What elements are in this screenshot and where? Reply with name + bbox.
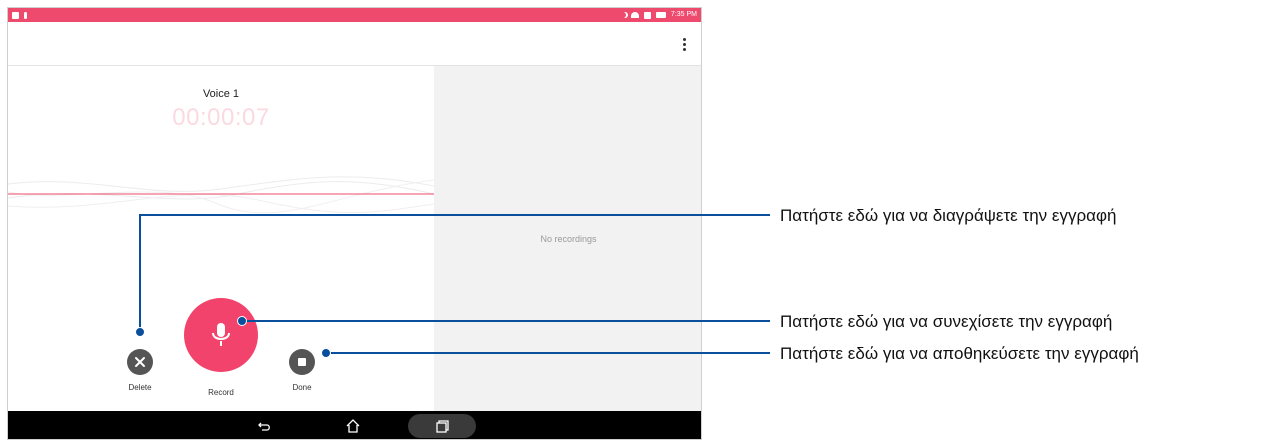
- callout-text-record: Πατήστε εδώ για να συνεχίσετε την εγγραφ…: [780, 312, 1113, 331]
- device-screen: 7:35 PM Voice 1 00:00:07 Delete Record D…: [7, 7, 702, 440]
- recordings-list-panel: No recordings: [434, 66, 701, 411]
- battery-icon: [655, 12, 666, 18]
- data-icon: [643, 11, 651, 19]
- callout-line-done: [326, 352, 770, 354]
- callout-line-delete-vertical: [139, 214, 141, 332]
- recording-title: Voice 1: [202, 88, 240, 100]
- status-bar: 7:35 PM: [8, 8, 701, 22]
- done-button[interactable]: [289, 349, 315, 375]
- delete-button[interactable]: [127, 349, 153, 375]
- delete-label: Delete: [128, 383, 152, 392]
- moon-icon: [620, 12, 626, 18]
- wifi-icon: [630, 12, 639, 18]
- status-time: 7:35 PM: [670, 11, 697, 18]
- delete-control: Delete: [120, 349, 160, 392]
- more-vert-icon[interactable]: [683, 38, 687, 52]
- microphone-icon: [212, 323, 230, 346]
- recent-apps-icon[interactable]: [433, 417, 451, 435]
- done-control: Done: [282, 349, 322, 392]
- callout-line-record: [242, 320, 770, 322]
- recording-timer: 00:00:07: [172, 104, 270, 131]
- no-recordings-text: No recordings: [540, 234, 597, 244]
- mic-icon: [24, 11, 27, 19]
- record-button[interactable]: [184, 298, 258, 372]
- callout-dot-delete: [135, 327, 145, 337]
- recorder-panel: Voice 1 00:00:07 Delete Record Done: [8, 66, 434, 411]
- record-label: Record: [208, 388, 234, 397]
- navigation-bar: [8, 411, 701, 439]
- app-bar: [8, 22, 701, 66]
- done-label: Done: [292, 383, 312, 392]
- callout-line-delete-horizontal: [139, 214, 770, 216]
- stop-icon: [298, 358, 306, 366]
- callout-dot-done: [321, 348, 331, 358]
- gallery-icon: [12, 11, 19, 19]
- callout-dot-record: [237, 316, 247, 326]
- callout-text-done: Πατήστε εδώ για να αποθηκεύσετε την εγγρ…: [780, 344, 1139, 363]
- back-icon[interactable]: [256, 417, 274, 435]
- close-icon: [135, 357, 145, 367]
- callout-text-delete: Πατήστε εδώ για να διαγράψετε την εγγραφ…: [780, 206, 1117, 225]
- record-control: Record: [176, 298, 266, 397]
- home-icon[interactable]: [344, 417, 362, 435]
